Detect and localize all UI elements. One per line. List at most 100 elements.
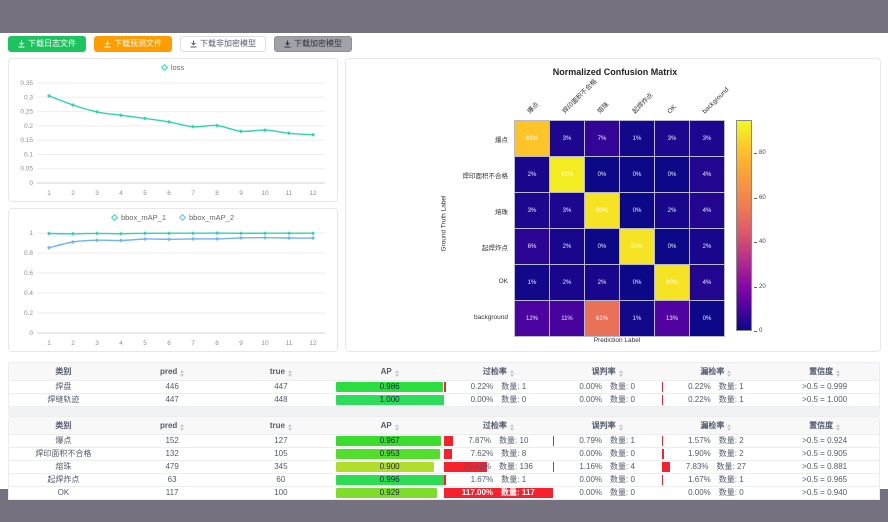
svg-text:0.25: 0.25 — [20, 109, 33, 116]
sort-icon — [510, 370, 514, 377]
column-header[interactable]: AP — [335, 363, 444, 380]
cm-row-label: 熔珠 — [346, 206, 508, 216]
svg-text:5: 5 — [143, 340, 147, 347]
svg-text:3: 3 — [95, 190, 99, 197]
cm-cell-2-4: 2% — [655, 193, 689, 228]
column-header[interactable]: 漏检率 — [662, 417, 771, 434]
confusion-matrix-title: Normalized Confusion Matrix — [442, 67, 788, 77]
column-header[interactable]: AP — [335, 417, 444, 434]
column-header[interactable]: pred — [118, 363, 227, 380]
rate-cell: 39.42%数量: 136 — [444, 461, 553, 473]
legend-item-bbox_mAP_1[interactable]: bbox_mAP_1 — [112, 213, 166, 222]
true-cell: 448 — [227, 394, 336, 406]
cm-col-label: OK — [666, 104, 678, 116]
svg-text:12: 12 — [309, 190, 317, 197]
svg-text:12: 12 — [309, 340, 317, 347]
true-cell: 100 — [227, 487, 336, 499]
cm-cell-4-1: 2% — [550, 265, 584, 300]
column-header[interactable]: 过检率 — [444, 363, 553, 380]
download-button-0[interactable]: 下载日志文件 — [8, 36, 86, 52]
svg-text:9: 9 — [239, 190, 243, 197]
column-header: 类别 — [9, 417, 118, 434]
column-header[interactable]: 误判率 — [553, 363, 662, 380]
true-cell: 105 — [227, 448, 336, 460]
column-header[interactable]: 误判率 — [553, 417, 662, 434]
download-button-3[interactable]: 下载加密模型 — [274, 36, 352, 52]
cm-cell-5-1: 11% — [550, 301, 584, 336]
sort-icon — [727, 370, 731, 377]
column-header[interactable]: pred — [118, 417, 227, 434]
table-gap — [8, 407, 880, 416]
download-icon — [104, 40, 111, 48]
svg-text:0: 0 — [29, 180, 33, 187]
download-icon — [190, 40, 197, 48]
column-header[interactable]: 过检率 — [444, 417, 553, 434]
cm-cell-0-5: 3% — [690, 121, 724, 156]
ap-cell: 0.900 — [335, 461, 444, 473]
svg-text:10: 10 — [261, 340, 269, 347]
rate-cell: 0.00%数量: 0 — [553, 448, 662, 460]
download-button-2[interactable]: 下载非加密模型 — [180, 36, 266, 52]
table-header-row: 类别predtrueAP过检率误判率漏检率置信度 — [9, 417, 879, 435]
cm-cell-0-2: 7% — [585, 121, 619, 156]
colorbar-tick: 0 — [754, 328, 762, 334]
rate-cell: 1.16%数量: 4 — [553, 461, 662, 473]
pred-cell: 63 — [118, 474, 227, 486]
cm-row-label: 起焊炸点 — [346, 242, 508, 252]
sort-icon — [836, 370, 840, 377]
cm-cell-1-2: 0% — [585, 157, 619, 192]
svg-text:8: 8 — [215, 190, 219, 197]
column-header[interactable]: 置信度 — [770, 417, 879, 434]
column-header[interactable]: 置信度 — [770, 363, 879, 380]
svg-text:0: 0 — [29, 330, 33, 337]
table-row: 起焊炸点 63 60 0.996 1.67%数量: 10.00%数量: 01.6… — [9, 474, 879, 487]
cm-cell-4-2: 2% — [585, 265, 619, 300]
svg-text:6: 6 — [167, 190, 171, 197]
sort-icon — [727, 424, 731, 431]
column-header[interactable]: true — [227, 363, 336, 380]
svg-text:0.15: 0.15 — [20, 137, 33, 144]
cm-cell-0-3: 1% — [620, 121, 654, 156]
confidence-cell: >0.5 = 0.940 — [770, 487, 879, 499]
cm-cell-5-4: 13% — [655, 301, 689, 336]
rate-cell: 7.83%数量: 27 — [662, 461, 771, 473]
table-row: OK 117 100 0.929 117.00%数量: 1170.00%数量: … — [9, 487, 879, 499]
column-header[interactable]: true — [227, 417, 336, 434]
metrics-table: 类别predtrueAP过检率误判率漏检率置信度 焊盘 446 447 0.98… — [8, 362, 880, 407]
ap-cell: 1.000 — [335, 394, 444, 406]
svg-text:0.3: 0.3 — [24, 94, 33, 101]
table-header-row: 类别predtrueAP过检率误判率漏检率置信度 — [9, 363, 879, 381]
legend-item-loss[interactable]: loss — [162, 63, 184, 72]
svg-text:6: 6 — [167, 340, 171, 347]
column-header[interactable]: 漏检率 — [662, 363, 771, 380]
download-button-1[interactable]: 下载预测文件 — [94, 36, 172, 52]
cm-row-label: 爆点 — [346, 134, 508, 144]
map-chart-legend: bbox_mAP_1 bbox_mAP_2 — [9, 213, 337, 222]
svg-text:0.05: 0.05 — [20, 166, 33, 173]
rate-cell: 0.00%数量: 0 — [553, 394, 662, 406]
cm-cell-5-2: 61% — [585, 301, 619, 336]
colorbar — [736, 120, 752, 331]
colorbar-tick: 20 — [754, 284, 766, 290]
rate-cell: 0.79%数量: 1 — [553, 435, 662, 447]
cm-cell-1-0: 2% — [515, 157, 549, 192]
table-row: 熔珠 479 345 0.900 39.42%数量: 1361.16%数量: 4… — [9, 461, 879, 474]
class-name-cell: 焊印面积不合格 — [9, 448, 118, 460]
ground-truth-axis-label: Ground Truth Label — [441, 159, 448, 289]
rate-cell: 1.67%数量: 1 — [662, 474, 771, 486]
sort-icon — [180, 370, 184, 377]
svg-text:4: 4 — [119, 190, 123, 197]
map-line-chart: 00.20.40.60.81123456789101112 — [9, 209, 339, 353]
svg-text:1: 1 — [47, 190, 51, 197]
svg-text:1: 1 — [47, 340, 51, 347]
rate-cell: 0.22%数量: 1 — [662, 394, 771, 406]
cm-cell-5-0: 12% — [515, 301, 549, 336]
sort-icon — [619, 370, 623, 377]
table-row: 爆点 152 127 0.967 7.87%数量: 100.79%数量: 11.… — [9, 435, 879, 448]
legend-item-bbox_mAP_2[interactable]: bbox_mAP_2 — [180, 213, 234, 222]
svg-text:0.4: 0.4 — [24, 290, 33, 297]
true-cell: 447 — [227, 381, 336, 393]
sort-icon — [395, 424, 399, 431]
diamond-marker-icon — [111, 214, 118, 221]
rate-cell: 1.57%数量: 2 — [662, 435, 771, 447]
